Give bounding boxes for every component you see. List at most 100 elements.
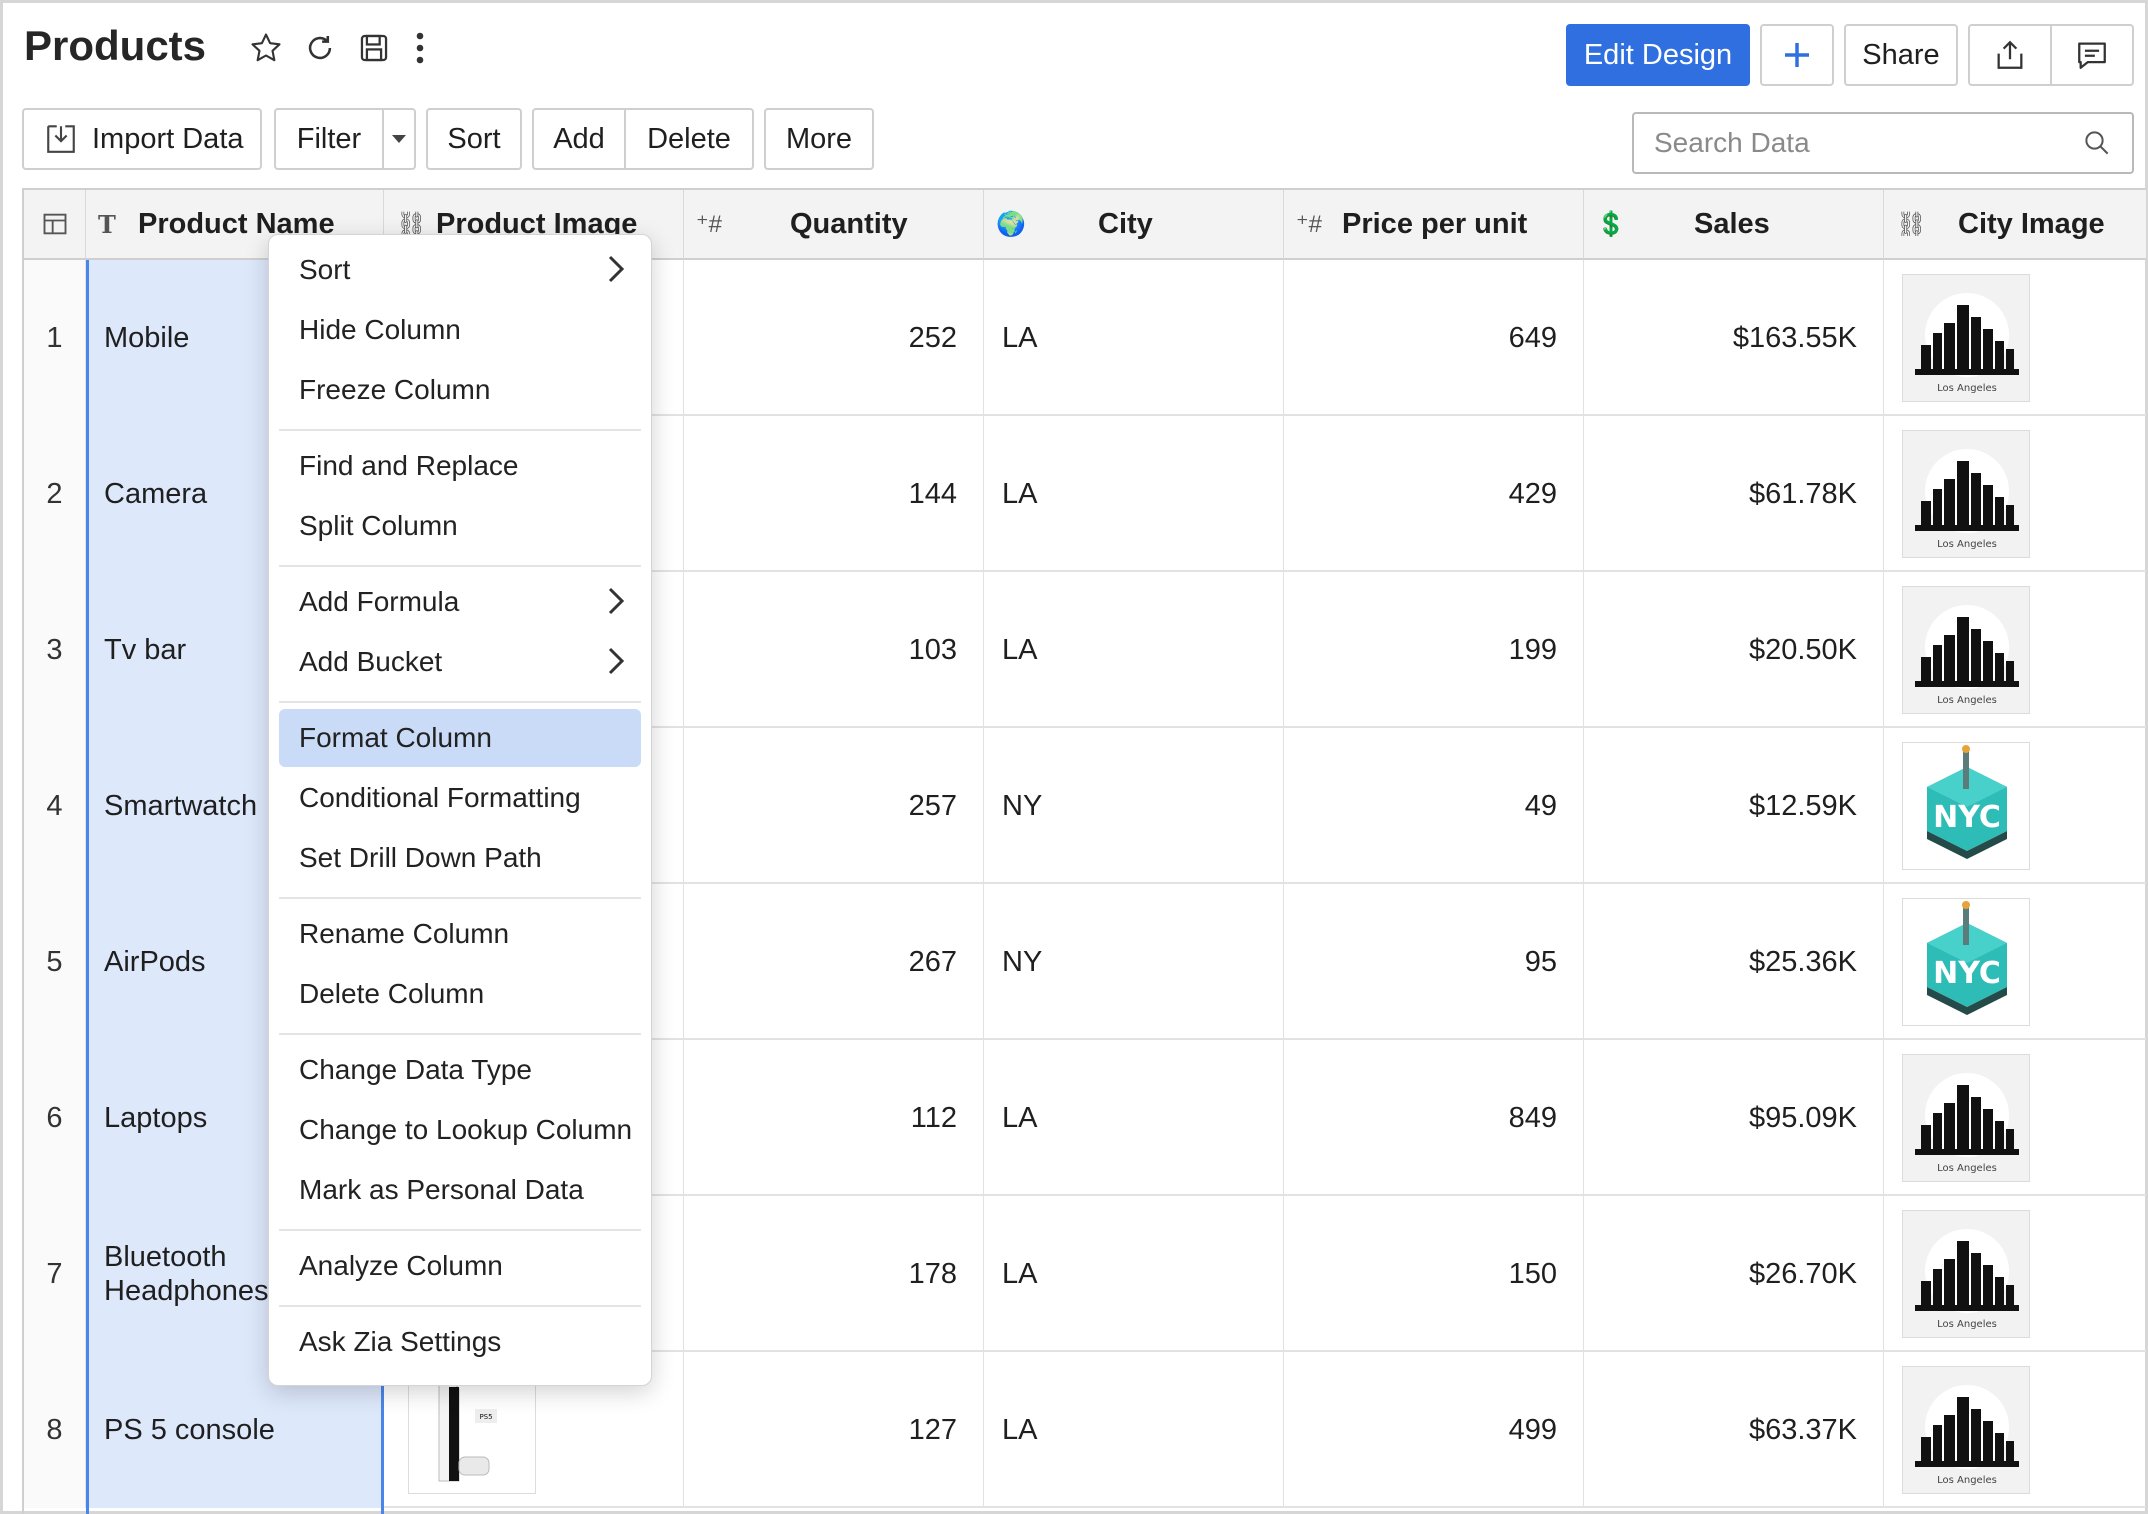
column-header-city[interactable]: 🌍 City (984, 190, 1284, 260)
row-number: 6 (24, 1040, 86, 1196)
column-header-quantity[interactable]: ⁺# Quantity (684, 190, 984, 260)
cell-quantity[interactable]: 144 (684, 416, 984, 572)
column-header-price-per-unit[interactable]: ⁺# Price per unit (1284, 190, 1584, 260)
cell-quantity[interactable]: 112 (684, 1040, 984, 1196)
more-vertical-icon[interactable] (400, 28, 440, 68)
cell-city-image[interactable]: NYC (1884, 728, 2146, 884)
cell-price-per-unit[interactable]: 649 (1284, 260, 1584, 416)
column-header-city-image[interactable]: ⛓ City Image (1884, 190, 2146, 260)
menu-item-mark-as-personal-data[interactable]: Mark as Personal Data (279, 1161, 641, 1219)
cell-price-per-unit[interactable]: 499 (1284, 1352, 1584, 1508)
menu-item-change-to-lookup-column[interactable]: Change to Lookup Column (279, 1101, 641, 1159)
more-button[interactable]: More (764, 108, 874, 170)
row-number: 7 (24, 1196, 86, 1352)
city-image-thumbnail[interactable]: Los Angeles (1902, 1054, 2030, 1182)
share-button[interactable]: Share (1844, 24, 1958, 86)
cell-city[interactable]: LA (984, 1040, 1284, 1196)
menu-item-format-column[interactable]: Format Column (279, 709, 641, 767)
city-image-thumbnail[interactable]: Los Angeles (1902, 1366, 2030, 1494)
filter-button[interactable]: Filter (276, 110, 384, 168)
edit-design-button[interactable]: Edit Design (1566, 24, 1750, 86)
search-input[interactable] (1654, 127, 2082, 159)
menu-item-find-and-replace[interactable]: Find and Replace (279, 437, 641, 495)
cell-city[interactable]: NY (984, 728, 1284, 884)
cell-quantity[interactable]: 252 (684, 260, 984, 416)
filter-button-group: Filter (274, 108, 416, 170)
cell-city[interactable]: LA (984, 260, 1284, 416)
menu-item-add-bucket[interactable]: Add Bucket (279, 633, 641, 691)
save-icon[interactable] (354, 28, 394, 68)
cell-city-image[interactable]: Los Angeles (1884, 416, 2146, 572)
menu-item-sort[interactable]: Sort (279, 241, 641, 299)
cell-city-image[interactable]: NYC (1884, 884, 2146, 1040)
city-image-thumbnail[interactable]: Los Angeles (1902, 586, 2030, 714)
cell-city-image[interactable]: Los Angeles (1884, 1352, 2146, 1508)
cell-city-image[interactable]: Los Angeles (1884, 1196, 2146, 1352)
cell-sales[interactable]: $25.36K (1584, 884, 1884, 1040)
menu-item-delete-column[interactable]: Delete Column (279, 965, 641, 1023)
cell-sales[interactable]: $61.78K (1584, 416, 1884, 572)
add-button[interactable] (1760, 24, 1834, 86)
menu-item-label: Freeze Column (299, 374, 491, 405)
menu-item-rename-column[interactable]: Rename Column (279, 905, 641, 963)
cell-city-image[interactable]: Los Angeles (1884, 260, 2146, 416)
cell-city[interactable]: LA (984, 1196, 1284, 1352)
cell-sales[interactable]: $12.59K (1584, 728, 1884, 884)
cell-price-per-unit[interactable]: 199 (1284, 572, 1584, 728)
los-angeles-skyline-icon: Los Angeles (1903, 1055, 2029, 1181)
cell-price-per-unit[interactable]: 150 (1284, 1196, 1584, 1352)
cell-quantity[interactable]: 178 (684, 1196, 984, 1352)
export-button[interactable] (1970, 26, 2052, 84)
cell-quantity[interactable]: 267 (684, 884, 984, 1040)
cell-city-image[interactable]: Los Angeles (1884, 1040, 2146, 1196)
menu-item-analyze-column[interactable]: Analyze Column (279, 1237, 641, 1295)
delete-button[interactable]: Delete (626, 110, 752, 168)
filter-dropdown-button[interactable] (384, 110, 414, 168)
nyc-caption: NYC (1933, 800, 2001, 835)
cell-sales[interactable]: $163.55K (1584, 260, 1884, 416)
cell-sales[interactable]: $20.50K (1584, 572, 1884, 728)
comment-button[interactable] (2052, 26, 2132, 84)
cell-sales[interactable]: $26.70K (1584, 1196, 1884, 1352)
cell-city-image[interactable]: Los Angeles (1884, 572, 2146, 728)
sort-button[interactable]: Sort (426, 108, 522, 170)
city-image-thumbnail[interactable]: Los Angeles (1902, 1210, 2030, 1338)
menu-item-split-column[interactable]: Split Column (279, 497, 641, 555)
cell-sales[interactable]: $95.09K (1584, 1040, 1884, 1196)
los-angeles-caption: Los Angeles (1937, 1163, 1997, 1174)
star-icon[interactable] (246, 28, 286, 68)
city-image-thumbnail[interactable]: Los Angeles (1902, 430, 2030, 558)
cell-city[interactable]: LA (984, 572, 1284, 728)
import-data-button[interactable]: Import Data (22, 108, 262, 170)
cell-price-per-unit[interactable]: 49 (1284, 728, 1584, 884)
city-image-thumbnail[interactable]: NYC (1902, 742, 2030, 870)
column-header-sales[interactable]: 💲 Sales (1584, 190, 1884, 260)
refresh-icon[interactable] (300, 28, 340, 68)
cell-quantity[interactable]: 127 (684, 1352, 984, 1508)
cell-quantity[interactable]: 257 (684, 728, 984, 884)
cell-price-per-unit[interactable]: 429 (1284, 416, 1584, 572)
menu-item-hide-column[interactable]: Hide Column (279, 301, 641, 359)
row-number: 2 (24, 416, 86, 572)
cell-city[interactable]: LA (984, 416, 1284, 572)
menu-item-change-data-type[interactable]: Change Data Type (279, 1041, 641, 1099)
cell-price-per-unit[interactable]: 95 (1284, 884, 1584, 1040)
menu-item-ask-zia-settings[interactable]: Ask Zia Settings (279, 1313, 641, 1371)
row-number: 4 (24, 728, 86, 884)
cell-city[interactable]: LA (984, 1352, 1284, 1508)
menu-item-set-drill-down-path[interactable]: Set Drill Down Path (279, 829, 641, 887)
city-image-thumbnail[interactable]: NYC (1902, 898, 2030, 1026)
column-settings-header[interactable] (24, 190, 86, 260)
chevron-right-icon (607, 586, 625, 623)
city-image-thumbnail[interactable]: Los Angeles (1902, 274, 2030, 402)
menu-item-add-formula[interactable]: Add Formula (279, 573, 641, 631)
cell-price-per-unit[interactable]: 849 (1284, 1040, 1584, 1196)
search-icon[interactable] (2082, 128, 2112, 158)
cell-sales[interactable]: $63.37K (1584, 1352, 1884, 1508)
menu-item-label: Change Data Type (299, 1054, 532, 1085)
add-row-button[interactable]: Add (534, 110, 626, 168)
cell-city[interactable]: NY (984, 884, 1284, 1040)
menu-item-conditional-formatting[interactable]: Conditional Formatting (279, 769, 641, 827)
menu-item-freeze-column[interactable]: Freeze Column (279, 361, 641, 419)
cell-quantity[interactable]: 103 (684, 572, 984, 728)
